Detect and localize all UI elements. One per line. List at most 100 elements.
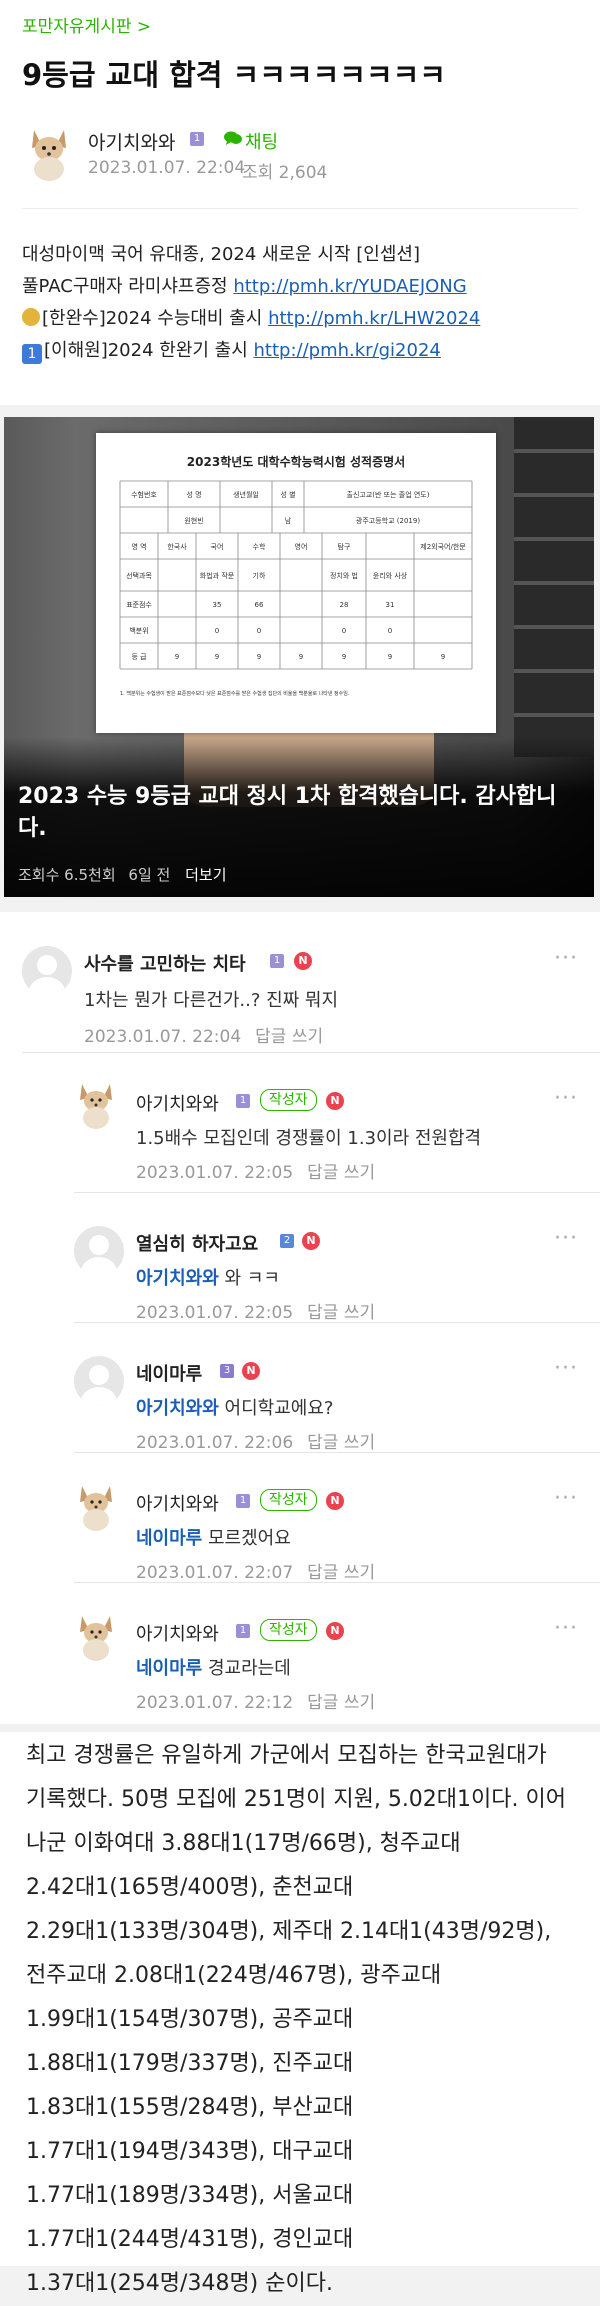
chat-button[interactable]: 채팅 [245, 128, 278, 154]
table-cell: 9 [441, 653, 445, 661]
video-embed[interactable]: 2023학년도 대학수학능력시험 성적증명서 수험번호 성 명 생년월일 성 별 출신고… [4, 417, 594, 897]
table-cell: 백분위 [129, 626, 148, 635]
comment-text: 네이마루 경교라는데 [136, 1654, 291, 1680]
table-cell: 성 별 [280, 490, 295, 499]
level-icon: 3 [220, 1364, 234, 1378]
level-icon: 1 [236, 1624, 250, 1638]
chat-icon[interactable] [223, 130, 243, 146]
more-options-icon[interactable]: ··· [554, 946, 578, 971]
certificate-table: 수험번호 성 명 생년월일 성 별 출신고교(반 또는 졸업 연도) 원현빈 남 광주고등학교… [119, 480, 473, 697]
comment-author[interactable]: 열심히 하자고요 [136, 1230, 258, 1256]
promo-line-3: [한완수]2024 수능대비 출시 http://pmh.kr/LHW2024 [22, 304, 480, 330]
more-options-icon[interactable]: ··· [554, 1356, 578, 1381]
avatar[interactable] [74, 1080, 118, 1130]
comment-divider [74, 1192, 600, 1193]
table-cell: 원현빈 [184, 516, 203, 525]
promo-text: 대성마이맥 국어 유대종, 2024 새로운 시작 [인셉션] [22, 244, 420, 265]
table-cell: 선택과목 [126, 571, 152, 580]
post-date: 2023.01.07. 22:04 [88, 158, 246, 178]
avatar[interactable] [74, 1356, 124, 1406]
level-icon: 1 [236, 1094, 250, 1108]
comment-author[interactable]: 사수를 고민하는 치타 [84, 950, 246, 976]
table-cell: 광주고등학교 (2019) [356, 516, 420, 525]
table-cell: 9 [299, 653, 303, 661]
promo-text: [이해원]2024 한완기 출시 [44, 340, 254, 361]
reply-button[interactable]: 답글 쓰기 [307, 1433, 375, 1453]
video-views: 조회수 6.5천회 [18, 866, 116, 884]
avatar[interactable] [74, 1612, 118, 1662]
comment: 사수를 고민하는 치타 1 N ··· 1차는 뭔가 다른건가..? 진짜 뭐지… [0, 912, 600, 1052]
comment-divider [74, 1452, 600, 1453]
video-age: 6일 전 [128, 866, 171, 884]
author-avatar[interactable] [22, 124, 76, 182]
reply-button[interactable]: 답글 쓰기 [255, 1027, 323, 1047]
mention-link[interactable]: 네이마루 [136, 1658, 202, 1679]
table-cell: 남 [285, 516, 292, 525]
promo-text: [한완수]2024 수능대비 출시 [42, 308, 269, 329]
table-cell: 수험번호 [131, 490, 157, 499]
new-badge: N [326, 1492, 344, 1510]
table-cell: 한국사 [167, 542, 187, 551]
table-cell: 성 명 [186, 490, 201, 499]
comment-author[interactable]: 아기치와와 [136, 1090, 219, 1116]
table-cell: 화법과 작문 [200, 571, 235, 580]
comment-meta: 2023.01.07. 22:06 답글 쓰기 [136, 1428, 375, 1453]
table-cell: 28 [340, 601, 349, 609]
level-icon: 2 [280, 1234, 294, 1248]
promo-link[interactable]: http://pmh.kr/YUDAEJONG [233, 276, 466, 297]
reply-button[interactable]: 답글 쓰기 [307, 1303, 375, 1323]
table-cell: 기하 [253, 571, 266, 580]
table-cell: 35 [213, 601, 222, 609]
promo-link[interactable]: http://pmh.kr/LHW2024 [268, 308, 480, 329]
comment: 아기치와와 1 작성자 N ··· 네이마루 경교라는데 2023.01.07.… [0, 1582, 600, 1713]
comment-date: 2023.01.07. 22:07 [136, 1563, 294, 1583]
more-options-icon[interactable]: ··· [554, 1616, 578, 1641]
table-cell: 31 [386, 601, 395, 609]
comment-author[interactable]: 아기치와와 [136, 1620, 219, 1646]
author-name[interactable]: 아기치와와 [88, 128, 175, 155]
comment-author[interactable]: 아기치와와 [136, 1490, 219, 1516]
table-cell: 9 [175, 653, 179, 661]
table-cell: 생년월일 [233, 490, 259, 499]
board-link[interactable]: 포만자유게시판 > [22, 12, 151, 37]
comment-date: 2023.01.07. 22:05 [136, 1163, 294, 1183]
comment-body: 경교라는데 [202, 1658, 291, 1679]
comment-date: 2023.01.07. 22:12 [136, 1693, 294, 1713]
table-cell: 윤리와 사상 [373, 571, 408, 580]
table-cell: 0 [257, 627, 261, 635]
comment-text: 1.5배수 모집인데 경쟁률이 1.3이라 전원합격 [136, 1128, 482, 1149]
reply-button[interactable]: 답글 쓰기 [307, 1563, 375, 1583]
mention-link[interactable]: 아기치와와 [136, 1268, 219, 1289]
score-certificate: 2023학년도 대학수학능력시험 성적증명서 수험번호 성 명 생년월일 성 별 출신고… [96, 433, 496, 733]
more-options-icon[interactable]: ··· [554, 1486, 578, 1511]
mention-link[interactable]: 아기치와와 [136, 1398, 219, 1419]
writer-tag: 작성자 [260, 1089, 317, 1111]
comment-text: 1차는 뭔가 다른건가..? 진짜 뭐지 [84, 990, 339, 1011]
more-options-icon[interactable]: ··· [554, 1226, 578, 1251]
mention-link[interactable]: 네이마루 [136, 1528, 202, 1549]
avatar[interactable] [74, 1482, 118, 1532]
table-cell: 66 [255, 601, 264, 609]
more-options-icon[interactable]: ··· [554, 1086, 578, 1111]
comments-card: 사수를 고민하는 치타 1 N ··· 1차는 뭔가 다른건가..? 진짜 뭐지… [0, 912, 600, 1724]
table-cell: 출신고교(반 또는 졸업 연도) [347, 490, 430, 499]
table-cell: 등 급 [131, 653, 147, 661]
comment-date: 2023.01.07. 22:06 [136, 1433, 294, 1453]
avatar[interactable] [22, 946, 72, 996]
post-views: 조회 2,604 [242, 163, 328, 183]
promo-link[interactable]: http://pmh.kr/gi2024 [254, 340, 441, 361]
video-more[interactable]: 더보기 [185, 866, 226, 884]
video-title[interactable]: 2023 수능 9등급 교대 정시 1차 합격했습니다. 감사합니다. [18, 781, 583, 845]
table-cell: 영어 [295, 542, 308, 551]
comment-author[interactable]: 네이마루 [136, 1360, 202, 1386]
avatar[interactable] [74, 1226, 124, 1276]
comment-meta: 2023.01.07. 22:05 답글 쓰기 [136, 1298, 375, 1323]
reply-button[interactable]: 답글 쓰기 [307, 1163, 375, 1183]
reply-button[interactable]: 답글 쓰기 [307, 1693, 375, 1713]
writer-tag: 작성자 [260, 1619, 317, 1641]
medal-icon [22, 308, 40, 326]
promo-line-1: 대성마이맥 국어 유대종, 2024 새로운 시작 [인셉션] [22, 240, 420, 266]
table-cell: 0 [388, 627, 392, 635]
article-card: 최고 경쟁률은 유일하게 가군에서 모집하는 한국교원대가 기록했다. 50명 … [0, 1732, 600, 2296]
comment: 네이마루 3 N ··· 아기치와와 어디학교에요? 2023.01.07. 2… [0, 1322, 600, 1453]
